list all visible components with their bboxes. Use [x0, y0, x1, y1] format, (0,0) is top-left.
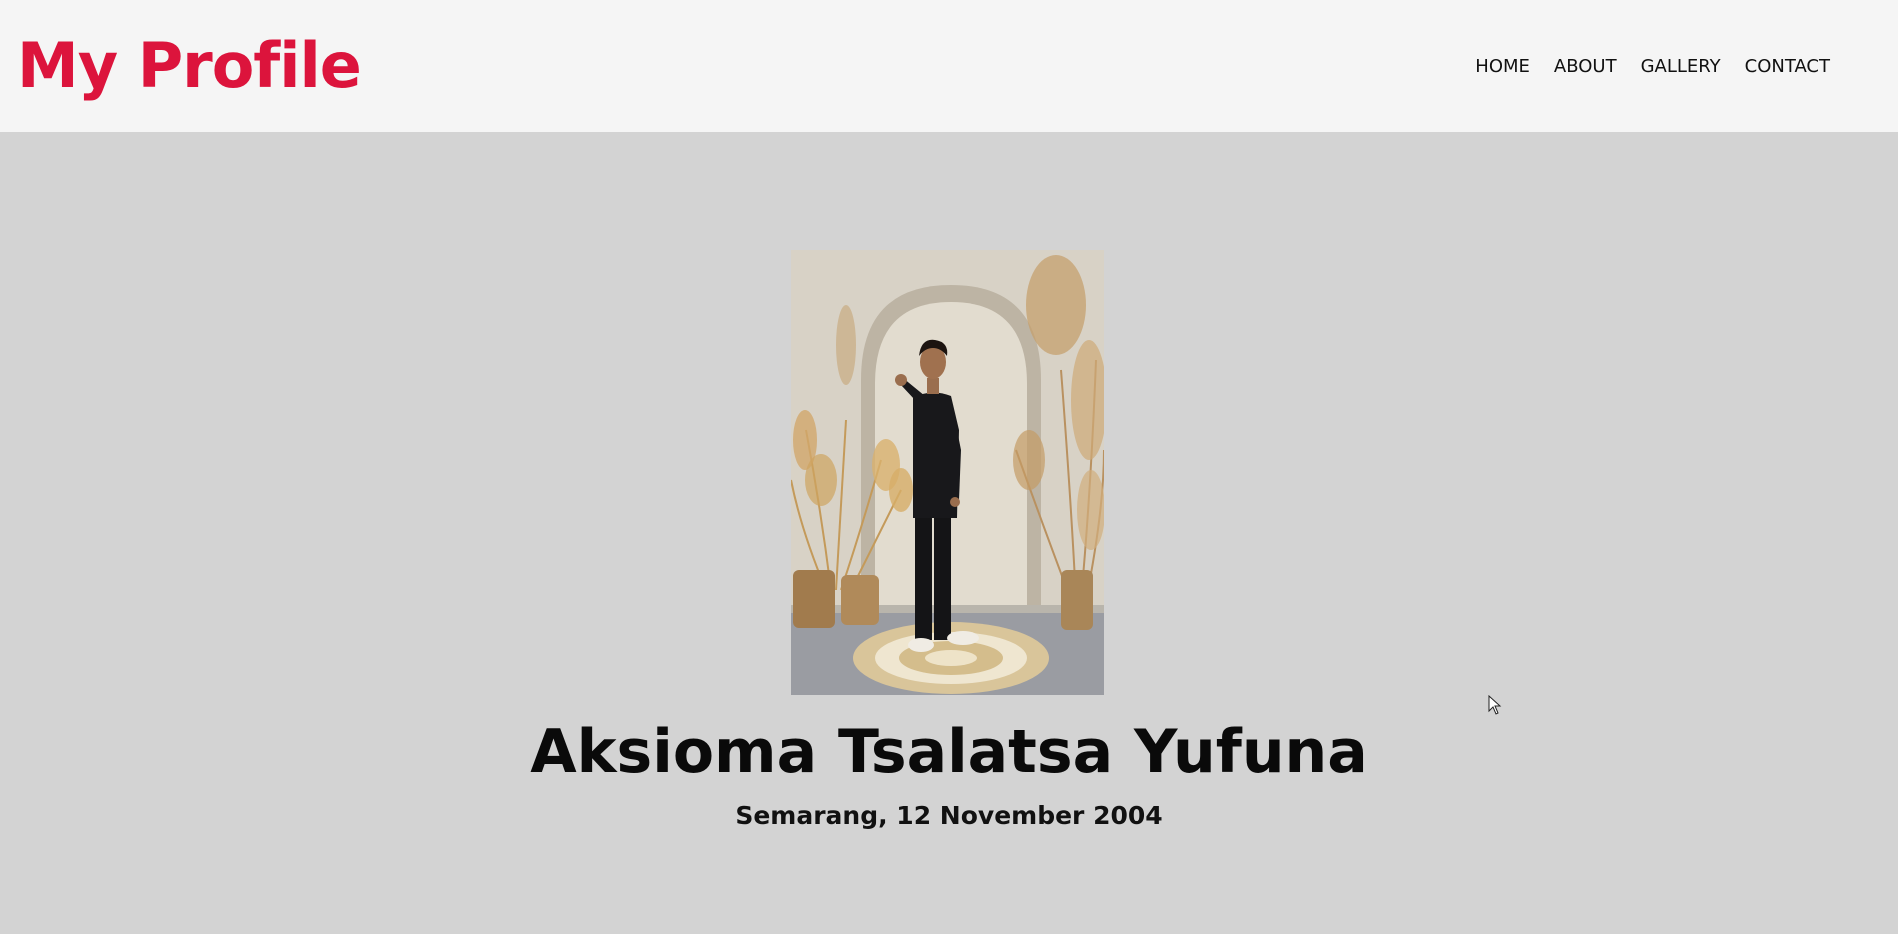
birth-info: Semarang, 12 November 2004 — [735, 801, 1163, 830]
site-header: My Profile HOME ABOUT GALLERY CONTACT — [0, 0, 1898, 132]
main-nav: HOME ABOUT GALLERY CONTACT — [1463, 50, 1842, 84]
nav-contact-link[interactable]: CONTACT — [1733, 50, 1842, 84]
nav-gallery-link[interactable]: GALLERY — [1629, 50, 1733, 84]
hero-section: Aksioma Tsalatsa Yufuna Semarang, 12 Nov… — [0, 132, 1898, 934]
site-logo[interactable]: My Profile — [17, 26, 362, 106]
nav-home-link[interactable]: HOME — [1463, 50, 1542, 84]
mouse-cursor-icon — [1488, 694, 1502, 719]
nav-about-link[interactable]: ABOUT — [1542, 50, 1629, 84]
profile-name: Aksioma Tsalatsa Yufuna — [530, 717, 1368, 787]
profile-photo — [791, 250, 1104, 695]
